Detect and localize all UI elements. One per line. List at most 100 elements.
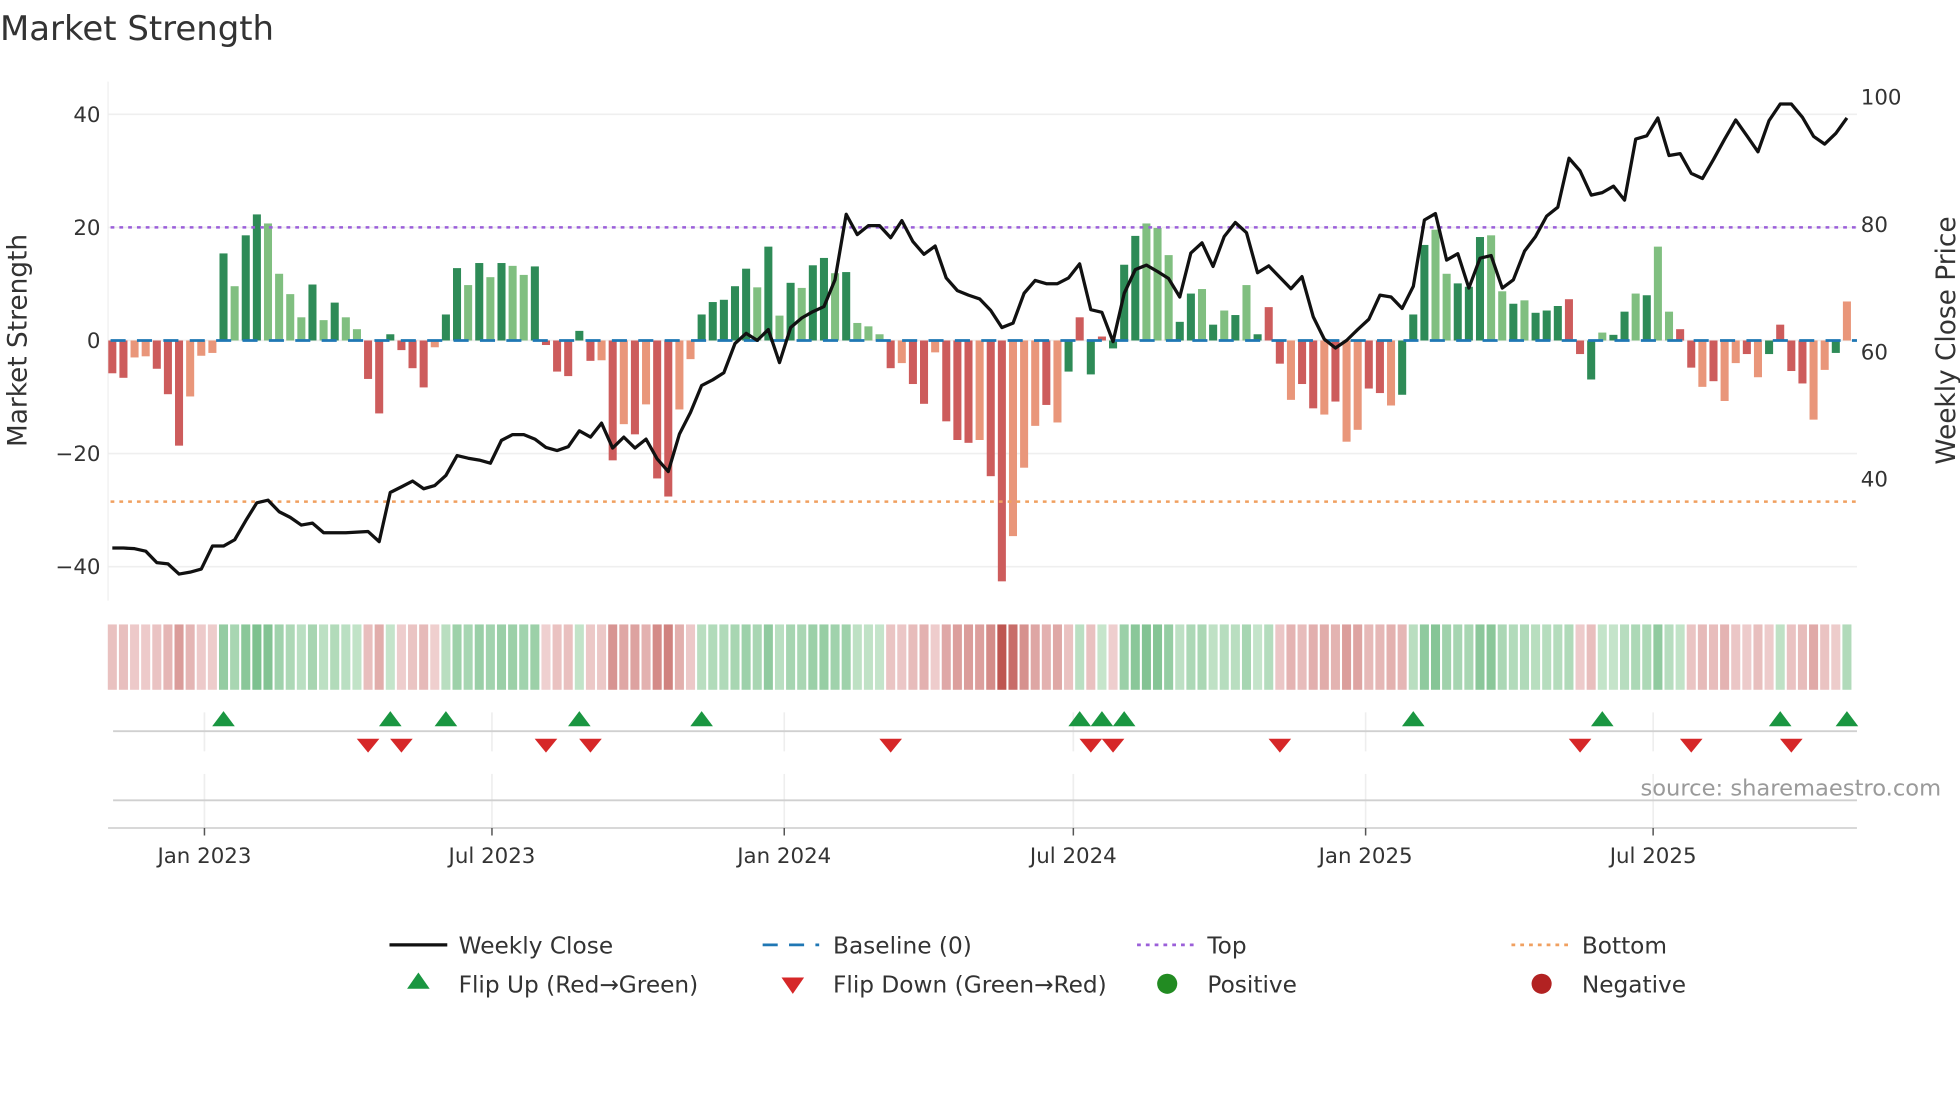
heat-cell (1631, 624, 1641, 690)
heat-cell (1052, 624, 1062, 690)
positive-bar (1409, 314, 1418, 341)
heat-cell (430, 624, 440, 690)
flip-up-marker (378, 711, 402, 727)
heat-cell (897, 624, 907, 690)
heat-cell (1697, 624, 1707, 690)
negative-bar (152, 340, 161, 369)
heat-cell (1475, 624, 1485, 690)
strength-heat-strip (107, 624, 1852, 690)
flip-down-marker (1780, 738, 1803, 753)
heat-cell (674, 624, 684, 690)
heat-cell (730, 624, 740, 690)
legend-flip-down-icon (781, 977, 805, 994)
positive-bar (719, 299, 728, 341)
heat-cell (797, 624, 807, 690)
heat-cell (1241, 624, 1252, 690)
heat-cell (986, 624, 996, 690)
heat-cell (1264, 624, 1274, 690)
positive-bar (275, 273, 284, 341)
heat-cell (1764, 624, 1774, 690)
positive-bar (1642, 295, 1651, 341)
heat-cell (852, 624, 862, 690)
positive-bar (808, 265, 817, 341)
heat-cell (508, 624, 518, 690)
y-axis-ticks: 40 20 0 −20 −40 (55, 103, 100, 580)
heat-cell (485, 624, 495, 690)
heat-cell (585, 624, 595, 690)
positive-bar (530, 266, 539, 341)
positive-bar (1531, 312, 1540, 341)
y2-tick-label: 100 (1861, 86, 1902, 111)
negative-bar (1275, 340, 1284, 364)
heat-cell (952, 624, 962, 690)
date-gridlines (203, 712, 1654, 828)
y-tick-label: −20 (55, 442, 100, 467)
heat-cell (741, 624, 751, 690)
negative-bar (175, 340, 184, 446)
heat-cell (1620, 624, 1630, 690)
negative-bar (197, 340, 206, 356)
flip-down-marker (356, 738, 380, 753)
positive-bar (1420, 244, 1429, 341)
negative-bar (642, 340, 651, 405)
flip-up-marker (690, 711, 713, 727)
source-note: source: sharemaestro.com (1640, 775, 1941, 801)
positive-bar (1842, 301, 1851, 341)
heat-cell (452, 624, 462, 690)
flip-up-marker (1835, 711, 1859, 727)
flip-up-marker (1768, 711, 1792, 727)
negative-bar (1687, 340, 1696, 368)
x-tick-label: Jan 2024 (735, 844, 831, 869)
positive-bar (1164, 255, 1173, 341)
heat-cell (1820, 624, 1830, 690)
positive-bar (1776, 324, 1785, 341)
negative-bar (964, 340, 973, 443)
heat-cell (1519, 624, 1529, 690)
strength-bars (108, 214, 1851, 582)
x-tick-label: Jan 2025 (1317, 844, 1413, 869)
heat-cell (1809, 624, 1819, 690)
flip-down-marker (1268, 738, 1292, 753)
positive-bar (441, 314, 450, 341)
heat-cell (1564, 624, 1574, 690)
heat-cell (1275, 624, 1285, 690)
positive-bar (497, 263, 506, 341)
heat-cell (496, 624, 507, 690)
negative-bar (897, 340, 906, 364)
heat-cell (1664, 624, 1674, 690)
heat-cell (541, 624, 551, 690)
heat-cell (1186, 624, 1196, 690)
heat-cell (574, 624, 584, 690)
heat-cell (563, 624, 573, 690)
positive-bar (486, 277, 495, 341)
heat-cell (1430, 624, 1441, 690)
negative-bar (130, 340, 139, 358)
positive-bar (263, 223, 273, 341)
negative-bar (408, 340, 417, 369)
x-axis-ticks: Jan 2023 Jul 2023 Jan 2024 Jul 2024 Jan 2025… (155, 827, 1697, 869)
legend-negative-icon (1531, 973, 1552, 994)
positive-bar (1131, 235, 1140, 341)
negative-bar (1064, 340, 1073, 372)
heat-cell (285, 624, 295, 690)
flip-down-marker (579, 738, 602, 753)
heat-cell (1319, 624, 1329, 690)
heat-cell (263, 624, 273, 690)
heat-cell (1408, 624, 1418, 690)
negative-bar (1709, 340, 1718, 382)
negative-bar (1787, 340, 1796, 372)
heat-cell (1786, 624, 1796, 690)
heat-cell (185, 624, 195, 690)
heat-cell (174, 624, 184, 690)
flip-down-marker (879, 738, 902, 753)
x-tick-label: Jul 2025 (1608, 844, 1697, 869)
heat-cell (363, 624, 373, 690)
positive-bar (1186, 293, 1195, 341)
positive-bar (753, 287, 762, 341)
legend-flip-down: Flip Down (Green→Red) (833, 972, 1107, 999)
heat-cell (608, 624, 618, 690)
heat-cell (1397, 624, 1407, 690)
positive-bar (1231, 315, 1240, 341)
heat-cell (763, 624, 773, 690)
positive-bar (508, 265, 517, 341)
